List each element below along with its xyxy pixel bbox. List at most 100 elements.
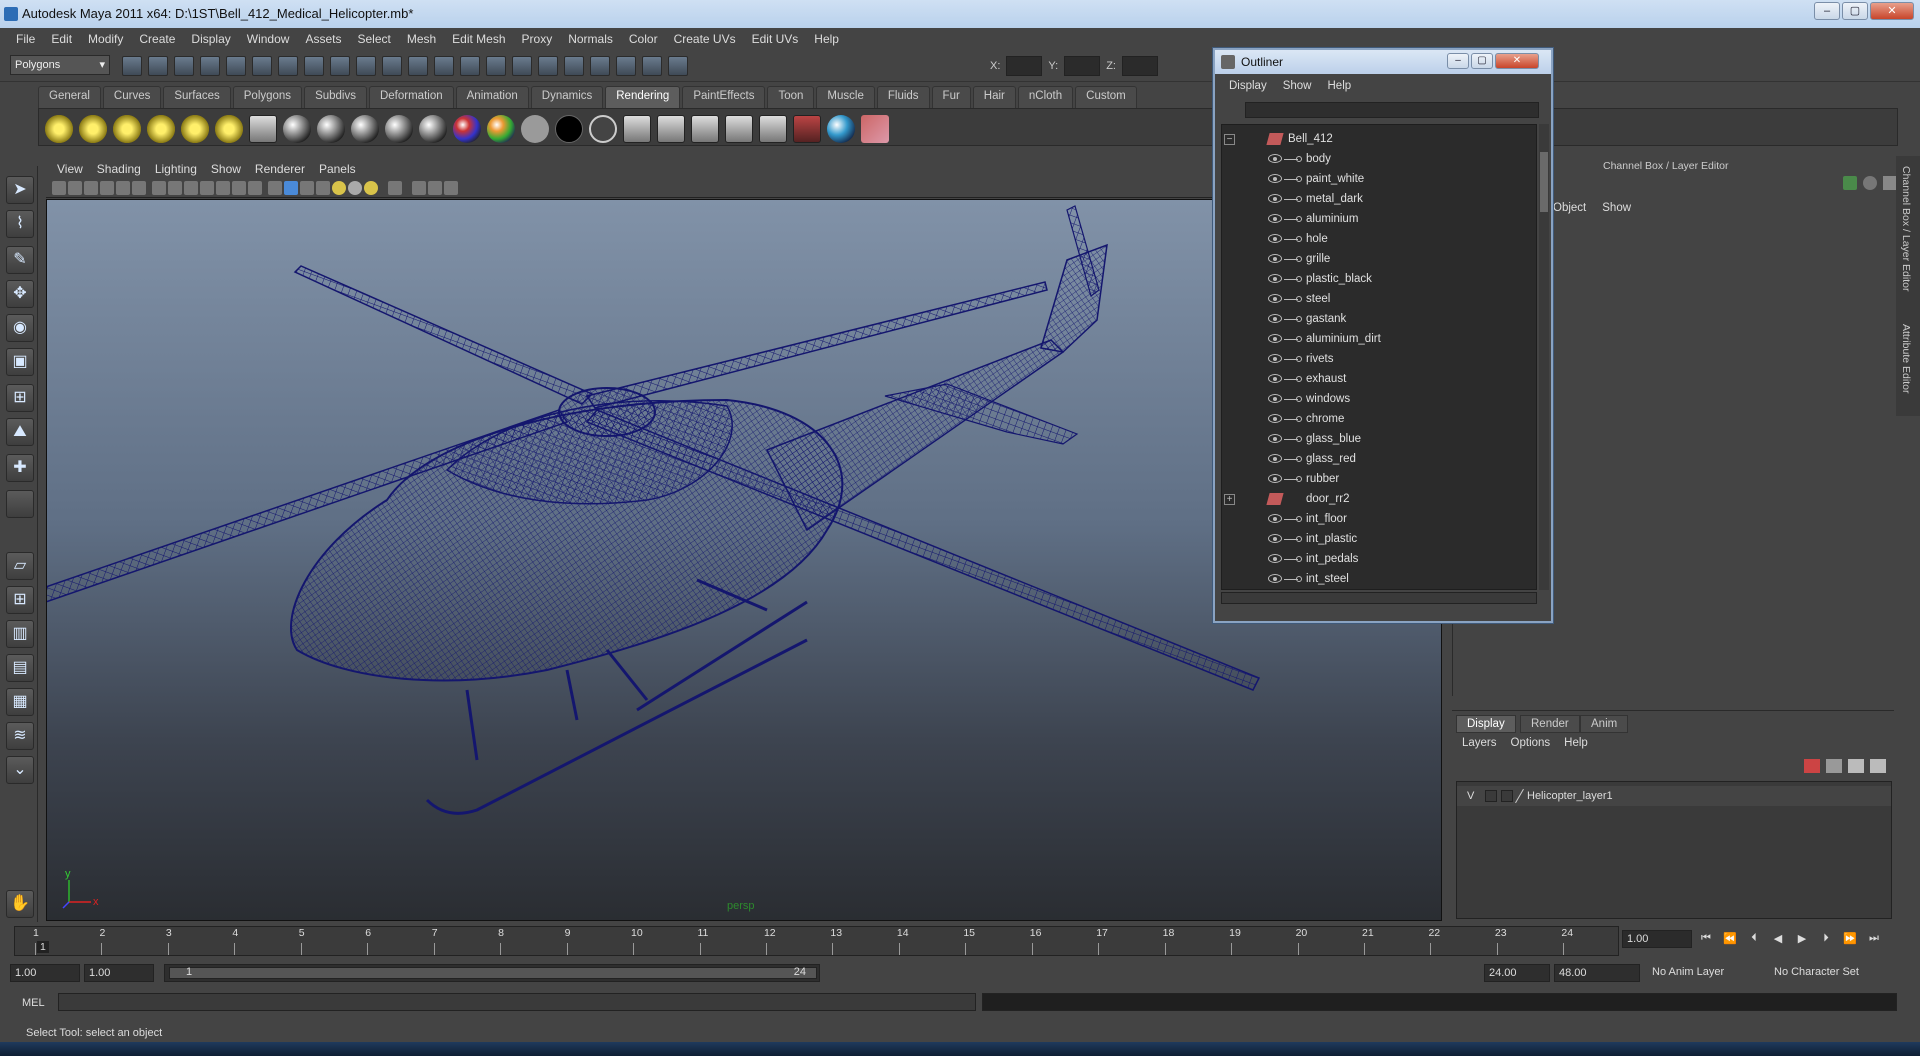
phonge-shader-icon[interactable]	[351, 115, 379, 143]
attribute-editor-icon[interactable]	[1883, 176, 1897, 190]
menu-select[interactable]: Select	[349, 32, 398, 46]
shadows-icon[interactable]	[364, 181, 378, 195]
outliner-item[interactable]: plastic_black	[1222, 269, 1522, 289]
single-view-layout-icon[interactable]: ▱	[6, 552, 34, 580]
select-component-icon[interactable]	[252, 56, 272, 76]
film-gate-icon[interactable]	[168, 181, 182, 195]
two-d-pan-icon[interactable]	[116, 181, 130, 195]
layer-menu-options[interactable]: Options	[1511, 737, 1551, 749]
layered-shader-icon[interactable]	[487, 115, 515, 143]
shelf-tab-ncloth[interactable]: nCloth	[1017, 86, 1074, 108]
viewport-menu-view[interactable]: View	[50, 162, 90, 176]
outliner-item[interactable]: body	[1222, 149, 1522, 169]
move-tool-icon[interactable]: ✥	[6, 280, 34, 308]
outliner-item[interactable]: − Bell_412	[1222, 129, 1522, 149]
move-layer-up-icon[interactable]	[1848, 759, 1864, 773]
current-frame-field[interactable]: 1.00	[1622, 930, 1692, 948]
playback-end-field[interactable]: 24.00	[1484, 964, 1550, 982]
xray-icon[interactable]	[388, 181, 402, 195]
range-slider[interactable]: 1 24	[164, 964, 820, 982]
shelf-tab-rendering[interactable]: Rendering	[605, 86, 681, 108]
batch-render-icon[interactable]	[691, 115, 719, 143]
outliner-item[interactable]: steel	[1222, 289, 1522, 309]
shelf-tab-general[interactable]: General	[38, 86, 101, 108]
resolution-gate-icon[interactable]	[184, 181, 198, 195]
outliner-close-button[interactable]: ✕	[1495, 53, 1539, 69]
bookmark-icon[interactable]	[84, 181, 98, 195]
hypershade-shelf-icon[interactable]	[759, 115, 787, 143]
smooth-shade-icon[interactable]	[284, 181, 298, 195]
shelf-tab-surfaces[interactable]: Surfaces	[163, 86, 231, 108]
shelf-tab-fluids[interactable]: Fluids	[876, 86, 930, 108]
outliner-vertical-scrollbar[interactable]	[1539, 124, 1549, 590]
menu-normals[interactable]: Normals	[560, 32, 621, 46]
render-frame-icon[interactable]	[434, 56, 454, 76]
selection-mode-icon[interactable]	[564, 56, 584, 76]
menu-create[interactable]: Create	[131, 32, 183, 46]
step-forward-frame-button[interactable]: ⏩	[1842, 932, 1858, 946]
end-time-field[interactable]: 48.00	[1554, 964, 1640, 982]
image-plane-icon[interactable]	[100, 181, 114, 195]
start-time-field[interactable]: 1.00	[10, 964, 80, 982]
current-time-marker[interactable]: 1	[37, 941, 49, 953]
ambient-light-icon[interactable]	[45, 115, 73, 143]
play-backwards-button[interactable]: ◀	[1770, 932, 1786, 946]
phong-shader-icon[interactable]	[317, 115, 345, 143]
layer-tab-anim[interactable]: Anim	[1580, 715, 1629, 733]
hand-tool-icon[interactable]: ✋	[6, 890, 34, 918]
output-ops-icon[interactable]	[616, 56, 636, 76]
outliner-item[interactable]: metal_dark	[1222, 189, 1522, 209]
step-back-frame-button[interactable]: ⏪	[1722, 932, 1738, 946]
outliner-filter-input[interactable]	[1245, 102, 1539, 118]
mel-input[interactable]	[58, 993, 976, 1011]
menu-file[interactable]: File	[8, 32, 43, 46]
outliner-item[interactable]: paint_white	[1222, 169, 1522, 189]
side-tab-attribute-editor[interactable]: Attribute Editor	[1900, 324, 1912, 393]
outliner-menu-show[interactable]: Show	[1275, 80, 1320, 92]
outliner-item[interactable]: grille	[1222, 249, 1522, 269]
x-field[interactable]	[1006, 56, 1043, 76]
menu-mesh[interactable]: Mesh	[399, 32, 444, 46]
camera-icon[interactable]	[249, 115, 277, 143]
menu-edit-mesh[interactable]: Edit Mesh	[444, 32, 513, 46]
safe-title-icon[interactable]	[248, 181, 262, 195]
surface-shader-icon[interactable]	[521, 115, 549, 143]
side-tab-channel-box[interactable]: Channel Box / Layer Editor	[1900, 166, 1912, 292]
viewport-menu-show[interactable]: Show	[204, 162, 248, 176]
new-layer-selected-icon[interactable]	[1826, 759, 1842, 773]
mental-ray-icon[interactable]	[827, 115, 855, 143]
wireframe-icon[interactable]	[268, 181, 282, 195]
safe-action-icon[interactable]	[232, 181, 246, 195]
shelf-tab-animation[interactable]: Animation	[455, 86, 529, 108]
ipr-render-icon[interactable]	[460, 56, 480, 76]
make-live-icon[interactable]	[382, 56, 402, 76]
shelf-tab-dynamics[interactable]: Dynamics	[530, 86, 604, 108]
layer-menu-layers[interactable]: Layers	[1462, 737, 1497, 749]
outliner-item[interactable]: glass_red	[1222, 449, 1522, 469]
outliner-item[interactable]: + door_rr2	[1222, 489, 1522, 509]
volume-light-icon[interactable]	[215, 115, 243, 143]
menu-edit[interactable]: Edit	[43, 32, 80, 46]
lock-icon[interactable]	[538, 56, 558, 76]
channel-box-menu-show[interactable]: Show	[1602, 202, 1631, 214]
layer-name[interactable]: Helicopter_layer1	[1527, 786, 1613, 806]
wireframe-on-shaded-icon[interactable]	[300, 181, 314, 195]
layer-menu-help[interactable]: Help	[1564, 737, 1588, 749]
new-scene-icon[interactable]	[122, 56, 142, 76]
outliner-item[interactable]: int_steel	[1222, 569, 1522, 589]
grid-icon[interactable]	[152, 181, 166, 195]
outliner-item[interactable]: aluminium	[1222, 209, 1522, 229]
shelf-tab-fur[interactable]: Fur	[931, 86, 971, 108]
universal-manipulator-icon[interactable]: ⊞	[6, 384, 34, 412]
new-layer-icon[interactable]	[1804, 759, 1820, 773]
outliner-item[interactable]: gastank	[1222, 309, 1522, 329]
xray-joints-icon[interactable]	[428, 181, 442, 195]
layer-tab-display[interactable]: Display	[1456, 715, 1516, 733]
minimize-button[interactable]: ‒	[1814, 2, 1840, 20]
camera-attributes-icon[interactable]	[68, 181, 82, 195]
outliner-item[interactable]: int_floor	[1222, 509, 1522, 529]
expand-icon[interactable]: +	[1224, 494, 1235, 505]
shelf-tab-painteffects[interactable]: PaintEffects	[682, 86, 766, 108]
viewport-menu-shading[interactable]: Shading	[90, 162, 148, 176]
collapse-icon[interactable]: −	[1224, 134, 1235, 145]
